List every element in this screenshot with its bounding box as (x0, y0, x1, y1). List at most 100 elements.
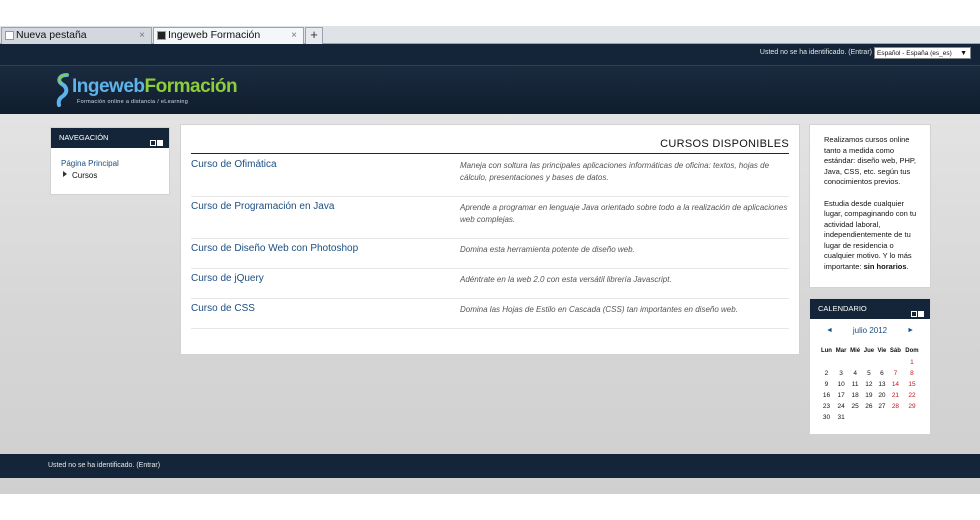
courses-panel: CURSOS DISPONIBLES Curso de Ofimática Ma… (180, 124, 800, 355)
course-row: Curso de Diseño Web con Photoshop Domina… (191, 243, 789, 269)
calendar-day[interactable]: 2 (819, 368, 834, 379)
calendar-day[interactable]: 10 (834, 379, 848, 390)
calendar-day[interactable]: 9 (819, 379, 834, 390)
calendar-day[interactable]: 17 (834, 390, 848, 401)
calendar-day[interactable]: 16 (819, 390, 834, 401)
site-header: IngewebFormación Formación online a dist… (0, 66, 980, 114)
calendar-day[interactable]: 15 (903, 379, 921, 390)
calendar-week: 2345678 (819, 368, 921, 379)
calendar-day[interactable]: 27 (876, 401, 888, 412)
calendar-day (848, 412, 862, 423)
calendar-day[interactable]: 20 (876, 390, 888, 401)
calendar-day[interactable]: 29 (903, 401, 921, 412)
calendar-day[interactable]: 24 (834, 401, 848, 412)
calendar-block: CALENDARIO ◄ julio 2012 ► Lun Mar Mié Jue Vi… (809, 298, 931, 435)
next-month-icon[interactable]: ► (907, 327, 914, 334)
calendar-day[interactable]: 5 (862, 368, 876, 379)
course-link[interactable]: Curso de jQuery (191, 273, 264, 284)
calendar-day[interactable]: 30 (819, 412, 834, 423)
logo-part-2: Formación (144, 76, 238, 97)
calendar-day[interactable]: 13 (876, 379, 888, 390)
calendar-nav: ◄ julio 2012 ► (816, 326, 924, 340)
calendar-day (888, 357, 903, 368)
footer-login-text[interactable]: Usted no se ha identificado. (Entrar) (48, 462, 160, 469)
calendar-day[interactable]: 12 (862, 379, 876, 390)
calendar-day[interactable]: 31 (834, 412, 848, 423)
calendar-day[interactable]: 8 (903, 368, 921, 379)
page: Usted no se ha identificado. (Entrar) Es… (0, 44, 980, 494)
footer: Usted no se ha identificado. (Entrar) (0, 454, 980, 478)
login-link[interactable]: (Entrar) (848, 49, 872, 56)
calendar-header: CALENDARIO (810, 299, 930, 319)
block-controls[interactable] (149, 134, 163, 154)
about-paragraph-2: Estudia desde cualquier lugar, compagina… (824, 198, 917, 271)
page-bottom (0, 478, 980, 494)
weekday-header: Mar (835, 348, 847, 354)
new-tab-button[interactable]: + (305, 27, 323, 44)
calendar-day (834, 357, 848, 368)
calendar-day (876, 412, 888, 423)
site-favicon-icon (157, 31, 166, 40)
calendar-day[interactable]: 1 (903, 357, 921, 368)
calendar-day[interactable]: 4 (848, 368, 862, 379)
calendar-day[interactable]: 26 (862, 401, 876, 412)
minimize-icon[interactable] (150, 140, 156, 146)
calendar-day[interactable]: 11 (848, 379, 862, 390)
close-icon[interactable]: × (291, 28, 297, 43)
language-select[interactable]: Español - España (es_es) ▼ (874, 47, 971, 59)
dock-icon[interactable] (918, 311, 924, 317)
course-row: Curso de Ofimática Maneja con soltura la… (191, 159, 789, 197)
calendar-day[interactable]: 22 (903, 390, 921, 401)
course-link[interactable]: Curso de Ofimática (191, 159, 277, 170)
calendar-day (848, 357, 862, 368)
weekday-header: Jue (863, 348, 875, 354)
course-description: Adéntrate en la web 2.0 con esta versáti… (460, 275, 672, 284)
login-text: Usted no se ha identificado. (759, 49, 847, 56)
course-link[interactable]: Curso de Diseño Web con Photoshop (191, 243, 358, 254)
calendar-title: CALENDARIO (818, 304, 867, 313)
close-icon[interactable]: × (139, 28, 145, 43)
weekday-header: Dom (905, 348, 919, 354)
navigation-block: NAVEGACIÓN Página Principal Cursos (50, 127, 170, 195)
about-paragraph-2-text: Estudia desde cualquier lugar, compagina… (824, 198, 917, 271)
about-paragraph-1: Realizamos cursos online tanto a medida … (824, 135, 917, 186)
calendar-day (862, 357, 876, 368)
screen-top-margin (0, 0, 980, 26)
about-emphasis: sin horarios (863, 261, 907, 271)
calendar-day[interactable]: 25 (848, 401, 862, 412)
calendar-day[interactable]: 7 (888, 368, 903, 379)
calendar-day[interactable]: 23 (819, 401, 834, 412)
calendar-week: 23 24 25 26 27 28 29 (819, 401, 921, 412)
course-description: Domina las Hojas de Estilo en Cascada (C… (460, 305, 738, 314)
login-info: Usted no se ha identificado. (Entrar) (760, 49, 872, 56)
page-title: CURSOS DISPONIBLES (660, 138, 789, 150)
course-description: Aprende a programar en lenguaje Java ori… (460, 203, 788, 224)
about-block: Realizamos cursos online tanto a medida … (809, 124, 931, 288)
calendar-body: ◄ julio 2012 ► Lun Mar Mié Jue Vie Sáb Dom 123… (816, 326, 924, 423)
nav-home-link[interactable]: Página Principal (61, 159, 119, 168)
calendar-day[interactable]: 18 (848, 390, 862, 401)
tab-label: Ingeweb Formación (168, 29, 261, 41)
nav-courses-link[interactable]: Cursos (72, 171, 97, 180)
course-link[interactable]: Curso de CSS (191, 303, 255, 314)
tab-ingeweb[interactable]: Ingeweb Formación × (153, 27, 304, 44)
calendar-day (862, 412, 876, 423)
calendar-day[interactable]: 28 (888, 401, 903, 412)
calendar-day[interactable]: 21 (888, 390, 903, 401)
calendar-day[interactable]: 14 (888, 379, 903, 390)
navigation-title: NAVEGACIÓN (59, 133, 109, 142)
calendar-day[interactable]: 19 (862, 390, 876, 401)
course-link[interactable]: Curso de Programación en Java (191, 201, 334, 212)
tab-nueva-pestana[interactable]: Nueva pestaña × (1, 27, 152, 44)
calendar-day[interactable]: 3 (834, 368, 848, 379)
block-controls[interactable] (910, 305, 924, 325)
minimize-icon[interactable] (911, 311, 917, 317)
weekday-header: Mié (850, 348, 861, 354)
weekday-header: Vie (877, 348, 887, 354)
calendar-day (876, 357, 888, 368)
course-description: Domina esta herramienta potente de diseñ… (460, 245, 635, 254)
course-description: Maneja con soltura las principales aplic… (460, 161, 770, 182)
calendar-day[interactable]: 6 (876, 368, 888, 379)
expand-arrow-icon[interactable] (63, 171, 67, 177)
dock-icon[interactable] (157, 140, 163, 146)
